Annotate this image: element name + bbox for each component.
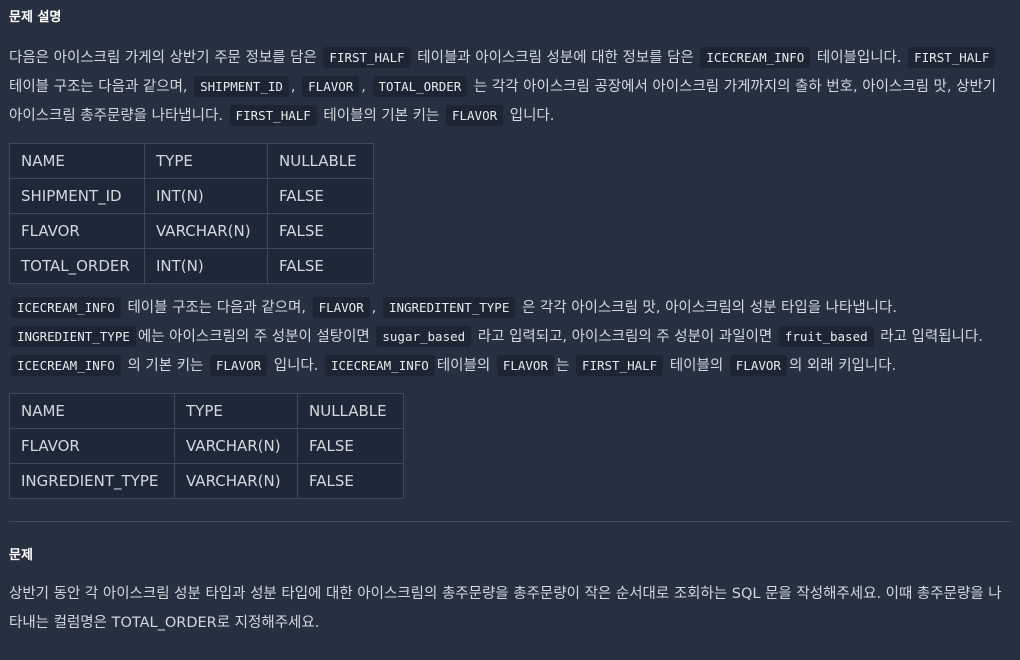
icecream-info-schema-table: NAME TYPE NULLABLE FLAVOR VARCHAR(N) FAL… [9,393,404,499]
text-segment: 테이블과 아이스크림 성분에 대한 정보를 담은 [417,50,694,66]
table-cell: FALSE [267,178,374,214]
table-header-cell: NAME [9,393,175,429]
code-flavor: FLAVOR [496,355,554,376]
table-header-cell: NAME [9,143,145,179]
table-cell: INT(N) [144,178,268,214]
table-cell: FLAVOR [9,213,145,249]
table-cell: INT(N) [144,248,268,284]
table-cell: VARCHAR(N) [174,463,298,499]
code-flavor: FLAVOR [312,297,370,318]
table-header-cell: TYPE [174,393,298,429]
table-cell: FALSE [297,463,404,499]
text-segment: 라고 입력되고, 아이스크림의 주 성분이 과일이면 [477,329,773,345]
problem-title: 문제 [9,548,33,563]
text-segment: 테이블 구조는 다음과 같으며, [127,300,306,316]
section-divider [9,521,1011,522]
description-title: 문제 설명 [9,10,62,25]
table-row: INGREDIENT_TYPE VARCHAR(N) FALSE [9,463,404,499]
code-icecream-info: ICECREAM_INFO [11,297,121,318]
code-flavor: FLAVOR [302,76,360,97]
table-row: SHIPMENT_ID INT(N) FALSE [9,178,374,214]
text-segment: 입니다. [509,108,555,124]
code-sugar-based: sugar_based [376,326,472,347]
code-ingreditent-type: INGREDITENT_TYPE [382,297,516,318]
table-row: TOTAL_ORDER INT(N) FALSE [9,248,374,284]
text-segment: 테이블의 [436,358,491,374]
code-ingredient-type: INGREDIENT_TYPE [11,326,136,347]
table-header-row: NAME TYPE NULLABLE [9,143,374,179]
table-header-cell: NULLABLE [297,393,404,429]
text-segment: 은 각각 아이스크림 맛, 아이스크림의 성분 타입을 나타냅니다. [521,300,897,316]
description-paragraph-1: 다음은 아이스크림 가게의 상반기 주문 정보를 담은 FIRST_HALF 테… [9,44,1011,131]
code-flavor: FLAVOR [209,355,268,376]
table-cell: FALSE [297,428,404,464]
text-segment: , [361,79,366,95]
text-segment: 에는 아이스크림의 주 성분이 설탕이면 [137,329,370,345]
code-first-half: FIRST_HALF [575,355,664,376]
text-segment: 는 [555,358,570,374]
text-segment: 입니다. [273,358,319,374]
problem-text: 상반기 동안 각 아이스크림 성분 타입과 성분 타입에 대한 아이스크림의 총… [9,586,1002,631]
table-row: FLAVOR VARCHAR(N) FALSE [9,428,404,464]
table-cell: TOTAL_ORDER [9,248,145,284]
table-cell: INGREDIENT_TYPE [9,463,175,499]
code-first-half: FIRST_HALF [229,105,317,126]
text-segment: 다음은 아이스크림 가게의 상반기 주문 정보를 담은 [9,50,317,66]
table-row: FLAVOR VARCHAR(N) FALSE [9,213,374,249]
text-segment: 의 기본 키는 [127,358,204,374]
first-half-schema-table: NAME TYPE NULLABLE SHIPMENT_ID INT(N) FA… [9,143,374,284]
table-header-cell: TYPE [144,143,268,179]
text-segment: 테이블입니다. [816,50,902,66]
code-shipment-id: SHIPMENT_ID [194,76,289,97]
text-segment: 테이블의 기본 키는 [323,108,440,124]
text-segment: 테이블의 [669,358,724,374]
code-first-half: FIRST_HALF [323,47,411,68]
text-segment: 의 외래 키입니다. [788,358,897,374]
code-icecream-info: ICECREAM_INFO [700,47,811,68]
code-first-half: FIRST_HALF [908,47,996,68]
table-cell: VARCHAR(N) [174,428,298,464]
code-icecream-info: ICECREAM_INFO [325,355,435,376]
text-segment: , [371,300,377,316]
table-cell: SHIPMENT_ID [9,178,145,214]
code-total-order: TOTAL_ORDER [372,76,468,97]
table-header-cell: NULLABLE [267,143,374,179]
table-header-row: NAME TYPE NULLABLE [9,393,404,429]
text-segment: 테이블 구조는 다음과 같으며, [9,79,188,95]
text-segment: , [290,79,296,95]
text-segment: 라고 입력됩니다. [880,329,983,345]
code-icecream-info: ICECREAM_INFO [11,355,121,376]
description-paragraph-2: ICECREAM_INFO 테이블 구조는 다음과 같으며, FLAVOR, I… [9,294,1011,381]
table-cell: VARCHAR(N) [144,213,268,249]
table-cell: FALSE [267,213,374,249]
code-fruit-based: fruit_based [778,326,874,347]
table-cell: FALSE [267,248,374,284]
code-flavor: FLAVOR [445,105,504,126]
code-flavor: FLAVOR [729,355,787,376]
table-cell: FLAVOR [9,428,175,464]
